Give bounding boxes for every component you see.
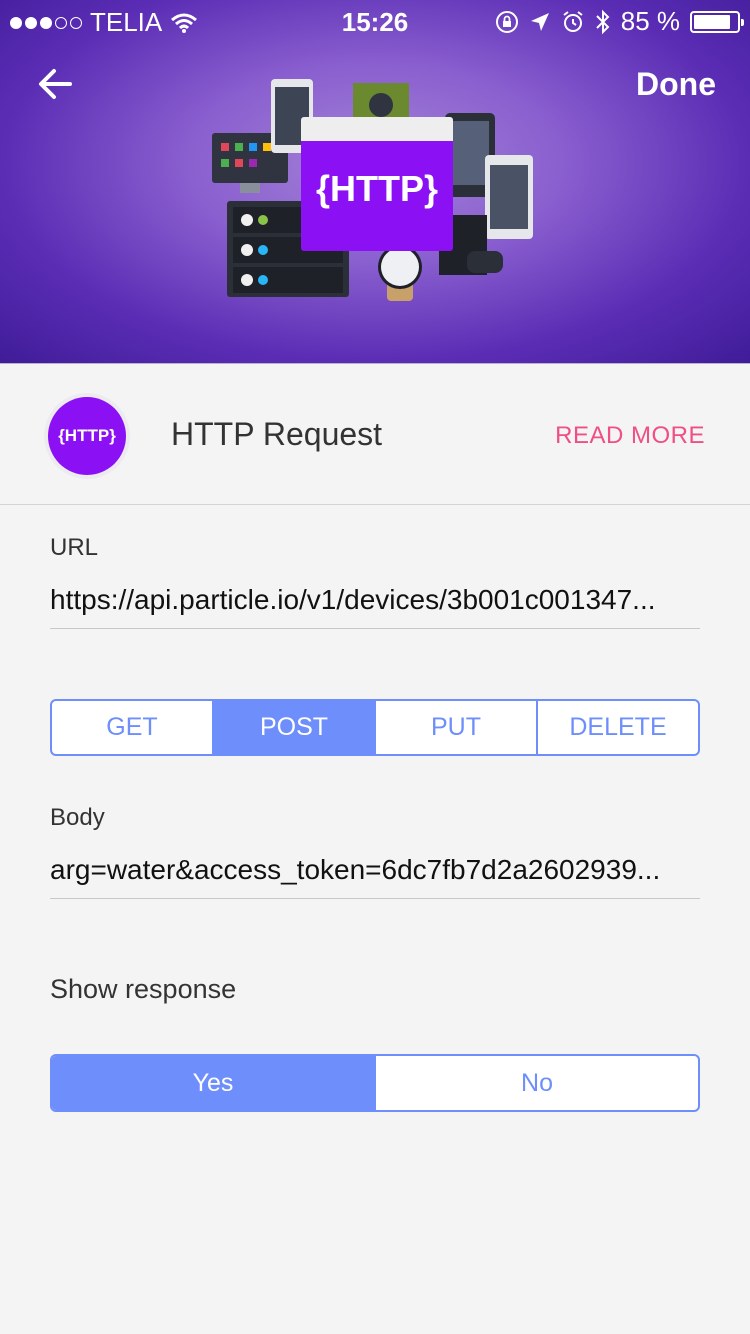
method-selector: GET POST PUT DELETE [50,699,700,756]
hero-header: TELIA 15:26 85 % Done {HTTP} [0,0,750,364]
url-label: URL [50,534,99,561]
body-label: Body [50,804,105,831]
response-option-yes[interactable]: Yes [52,1056,376,1110]
method-option-post[interactable]: POST [214,701,376,754]
battery-percent: 85 % [620,6,680,36]
read-more-link[interactable]: READ MORE [555,422,705,450]
done-button[interactable]: Done [636,66,716,103]
method-option-delete[interactable]: DELETE [538,701,698,754]
hero-http-badge: {HTTP} [315,168,438,209]
show-response-label: Show response [50,974,237,1004]
method-option-get[interactable]: GET [52,701,214,754]
url-input[interactable]: https://api.particle.io/v1/devices/3b001… [50,584,700,616]
rotation-lock-icon [495,10,518,33]
url-underline [50,628,700,629]
service-row: {HTTP} HTTP Request READ MORE [0,364,750,505]
bluetooth-icon [596,9,610,34]
alarm-icon [563,10,583,32]
http-service-logo: {HTTP} [48,397,126,475]
body-underline [50,898,700,899]
body-input[interactable]: arg=water&access_token=6dc7fb7d2a2602939… [50,854,700,886]
battery-icon [690,10,744,33]
back-arrow-icon[interactable] [34,62,78,106]
status-right: 85 % [495,6,744,37]
show-response-selector: Yes No [50,1054,700,1112]
status-bar: TELIA 15:26 85 % [0,0,750,42]
response-option-no[interactable]: No [376,1056,698,1110]
location-arrow-icon [530,12,549,31]
battery-fill [694,14,730,29]
service-title: HTTP Request [171,416,383,452]
method-option-put[interactable]: PUT [376,701,538,754]
